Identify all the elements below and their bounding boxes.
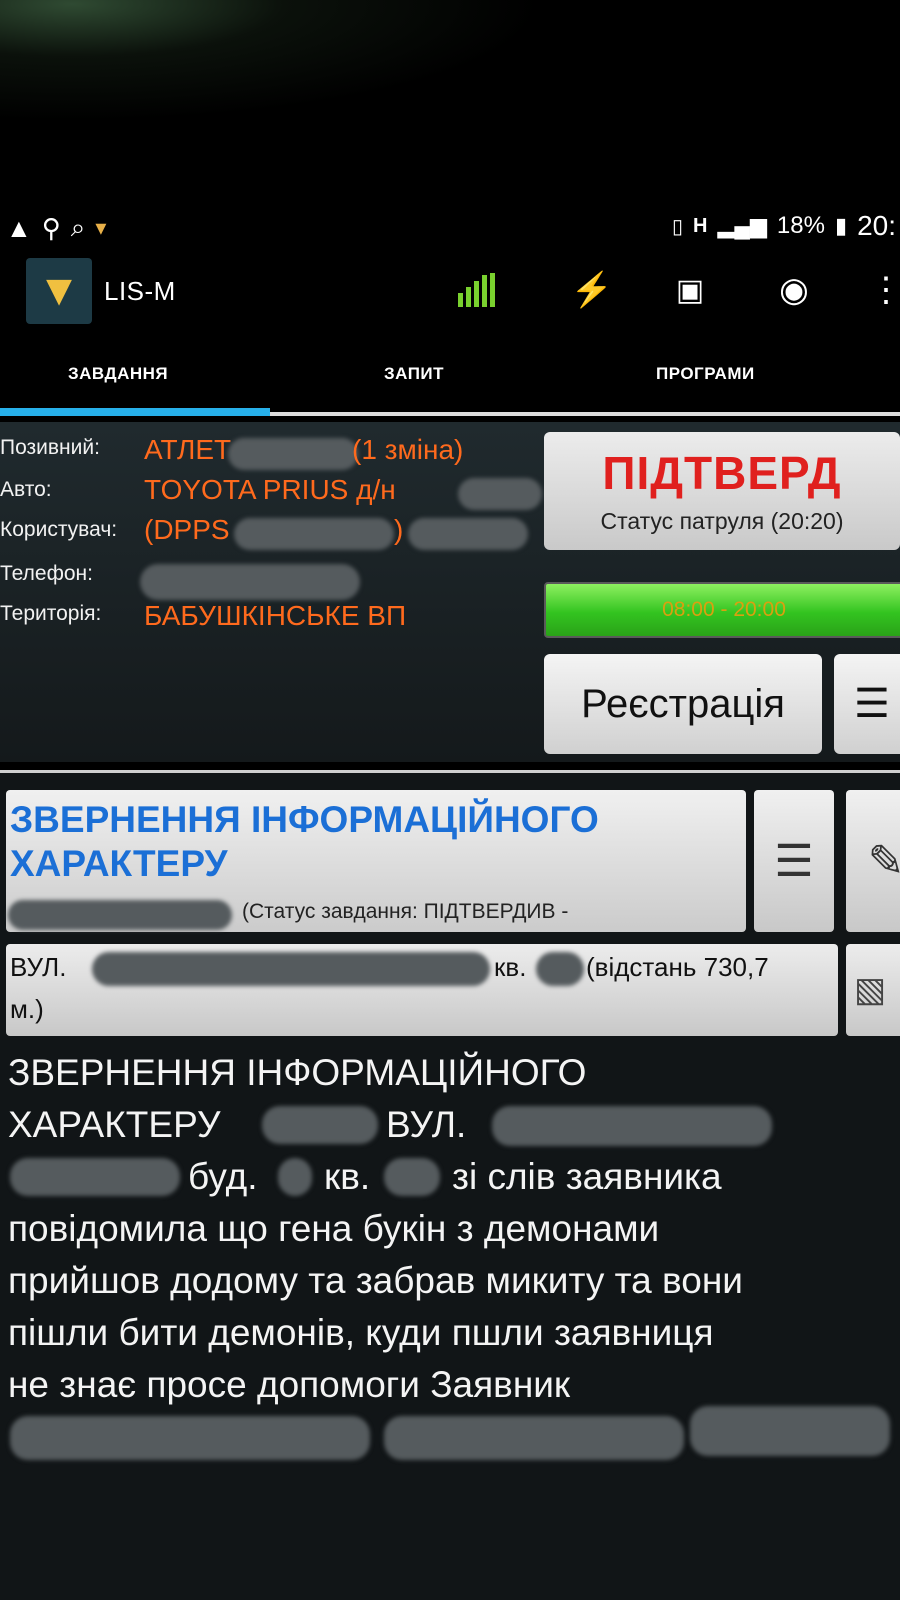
car-value: TOYOTA PRIUS д/н (144, 474, 396, 505)
status-bar-right: ▯ H ▂▄▆ 18% ▮ 20: (672, 210, 896, 242)
eye-icon[interactable]: ◉ (770, 266, 818, 314)
callsign-label: Позивний: (0, 436, 100, 459)
search-icon: ⌕ (70, 212, 86, 242)
address-distance-unit: м.) (10, 994, 44, 1024)
redacted-block (690, 1406, 890, 1456)
task-panel: ЗВЕРНЕННЯ ІНФОРМАЦІЙНОГО ХАРАКТЕРУ (Стат… (0, 770, 900, 1600)
vibrate-icon: ▯ (672, 215, 684, 238)
status-bar: ▲ ⚲ ⌕ ▾ ▯ H ▂▄▆ 18% ▮ 20: (0, 206, 900, 248)
task-description-street: ВУЛ. (386, 1104, 467, 1145)
redacted-block (536, 952, 584, 986)
patrol-info-panel: Позивний: АТЛЕТ- (1 зміна) Авто: TOYOTA … (0, 422, 900, 762)
callsign-shift: (1 зміна) (352, 434, 464, 465)
registration-button[interactable]: Реєстрація (544, 654, 822, 754)
tab-request[interactable]: ЗАПИТ (384, 364, 444, 384)
fox-icon: ▾ (95, 215, 107, 240)
phone-label: Телефон: (0, 562, 93, 585)
network-h-icon: H (693, 214, 708, 237)
patrol-status-button[interactable]: ПІДТВЕРД Статус патруля (20:20) (544, 432, 900, 550)
redacted-block (384, 1416, 684, 1460)
edit-icon[interactable]: ✎ (846, 790, 900, 932)
callsign-value: АТЛЕТ- (144, 434, 241, 465)
task-description-building: буд. (188, 1156, 258, 1197)
address-apartment: кв. (494, 952, 527, 982)
battery-icon: ▮ (834, 213, 848, 238)
app-title: LIS-M (104, 276, 176, 306)
shift-time-bar: 08:00 - 20:00 (544, 582, 900, 638)
redacted-block (228, 438, 358, 470)
redacted-block (458, 478, 542, 510)
redacted-block (492, 1106, 772, 1146)
tab-tasks[interactable]: ЗАВДАННЯ (68, 364, 168, 384)
user-value: (DPPS (144, 514, 230, 545)
map-icon[interactable]: ▣ (666, 266, 714, 314)
screen-glare (0, 0, 900, 210)
redacted-block (278, 1158, 312, 1196)
redacted-block (384, 1158, 440, 1196)
signal-strength-icon[interactable] (452, 266, 500, 314)
task-status: (Статус завдання: ПІДТВЕРДИВ - (242, 900, 569, 923)
address-distance: (відстань 730,7 (586, 952, 769, 982)
redacted-block (8, 900, 232, 930)
action-bar: ▼ LIS-M ⚡ ▣ ◉ ⋮ (0, 252, 900, 328)
fox-logo-icon: ▼ (26, 258, 92, 324)
task-description-apartment: кв. (324, 1156, 371, 1197)
hamburger-menu-icon[interactable]: ☰ (834, 654, 900, 754)
lightning-icon[interactable]: ⚡ (568, 266, 616, 314)
patrol-status-label: ПІДТВЕРД (602, 447, 842, 499)
signal-icon: ▂▄▆ (717, 213, 767, 238)
navigation-icon: ▲ (6, 212, 32, 243)
tab-bar: ЗАВДАННЯ ЗАПИТ ПРОГРАМИ (0, 346, 900, 416)
overflow-menu-icon[interactable]: ⋮ (862, 266, 900, 314)
task-description-line: не знає просе допомоги Заявник (8, 1364, 571, 1405)
task-description-line: прийшов додому та забрав микиту та вони (8, 1260, 743, 1301)
user-label: Користувач: (0, 518, 118, 541)
active-tab-indicator (0, 408, 270, 416)
task-address-box[interactable]: ВУЛ. кв. (відстань 730,7 м.) (6, 944, 838, 1036)
redacted-block (140, 564, 360, 600)
task-description-tail: зі слів заявника (452, 1156, 722, 1197)
redacted-block (10, 1158, 180, 1196)
task-title-box[interactable]: ЗВЕРНЕННЯ ІНФОРМАЦІЙНОГО ХАРАКТЕРУ (Стат… (6, 790, 746, 932)
task-description-line: ЗВЕРНЕННЯ ІНФОРМАЦІЙНОГО (8, 1052, 587, 1093)
territory-label: Територія: (0, 602, 102, 625)
car-label: Авто: (0, 478, 52, 501)
tab-programs[interactable]: ПРОГРАМИ (656, 364, 755, 384)
location-pin-icon: ⚲ (41, 212, 61, 243)
battery-percent: 18% (776, 212, 825, 239)
task-description-line: ХАРАКТЕРУ (8, 1104, 221, 1145)
redacted-block (408, 518, 528, 550)
task-description-line: пішли бити демонів, куди пшли заявниця (8, 1312, 714, 1353)
task-title: ЗВЕРНЕННЯ ІНФОРМАЦІЙНОГО ХАРАКТЕРУ (10, 799, 599, 884)
user-suffix: ) (394, 514, 404, 545)
task-description-line: повідомила що гена букін з демонами (8, 1208, 660, 1249)
patrol-status-subtitle: Статус патруля (20:20) (600, 508, 844, 534)
redacted-block (10, 1416, 370, 1460)
map-icon[interactable]: ▧ (846, 944, 900, 1036)
territory-value: БАБУШКІНСЬКЕ ВП (144, 600, 407, 631)
numbered-list-icon[interactable]: ☰ (754, 790, 834, 932)
panel-divider (0, 770, 900, 773)
status-bar-left: ▲ ⚲ ⌕ ▾ (6, 212, 106, 244)
address-street-prefix: ВУЛ. (10, 952, 67, 982)
redacted-block (92, 952, 490, 986)
redacted-block (262, 1106, 378, 1144)
clock: 20: (857, 210, 896, 241)
redacted-block (234, 518, 394, 550)
